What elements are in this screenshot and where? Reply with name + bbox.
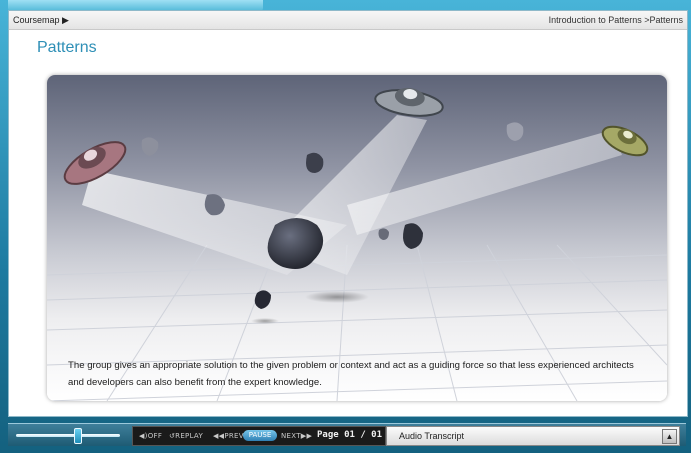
audio-off-button[interactable]: ◀)OFF [139, 432, 162, 440]
rock-shadow-small [251, 318, 279, 324]
coursemap-button[interactable]: Coursemap ▶ [13, 15, 69, 26]
expand-arrow-icon[interactable]: ▲ [662, 429, 677, 444]
player-control-bar: ◀)OFF ↺REPLAY ◀◀PREV PAUSE NEXT▶▶ Page 0… [8, 423, 686, 446]
volume-slider-track[interactable] [16, 434, 120, 437]
caption-line-2: and developers can also benefit from the… [68, 377, 322, 388]
pause-button[interactable]: PAUSE [243, 430, 277, 441]
top-bar: Coursemap ▶ Introduction to Patterns >Pa… [9, 11, 687, 30]
page-title: Patterns [37, 39, 97, 56]
page-indicator: Page 01 / 01 [317, 430, 383, 440]
rock-shadow [305, 291, 369, 303]
next-button[interactable]: NEXT▶▶ [281, 432, 312, 440]
ufo-center-icon [374, 87, 444, 117]
caption-text: The group gives an appropriate solution … [68, 357, 658, 391]
caption-line-1: The group gives an appropriate solution … [68, 360, 634, 371]
audio-transcript-label: Audio Transcript [399, 431, 465, 441]
illustration-panel: The group gives an appropriate solution … [47, 75, 667, 401]
prev-button[interactable]: ◀◀PREV [213, 432, 244, 440]
breadcrumb: Introduction to Patterns >Patterns [548, 15, 683, 25]
audio-transcript-panel[interactable]: Audio Transcript ▲ [386, 426, 680, 446]
content-window: Coursemap ▶ Introduction to Patterns >Pa… [8, 10, 688, 417]
replay-button[interactable]: ↺REPLAY [169, 432, 203, 440]
volume-slider-thumb[interactable] [74, 428, 83, 444]
ufo-scene-illustration [47, 87, 667, 401]
playback-controls: ◀)OFF ↺REPLAY ◀◀PREV PAUSE NEXT▶▶ Page 0… [132, 426, 386, 446]
